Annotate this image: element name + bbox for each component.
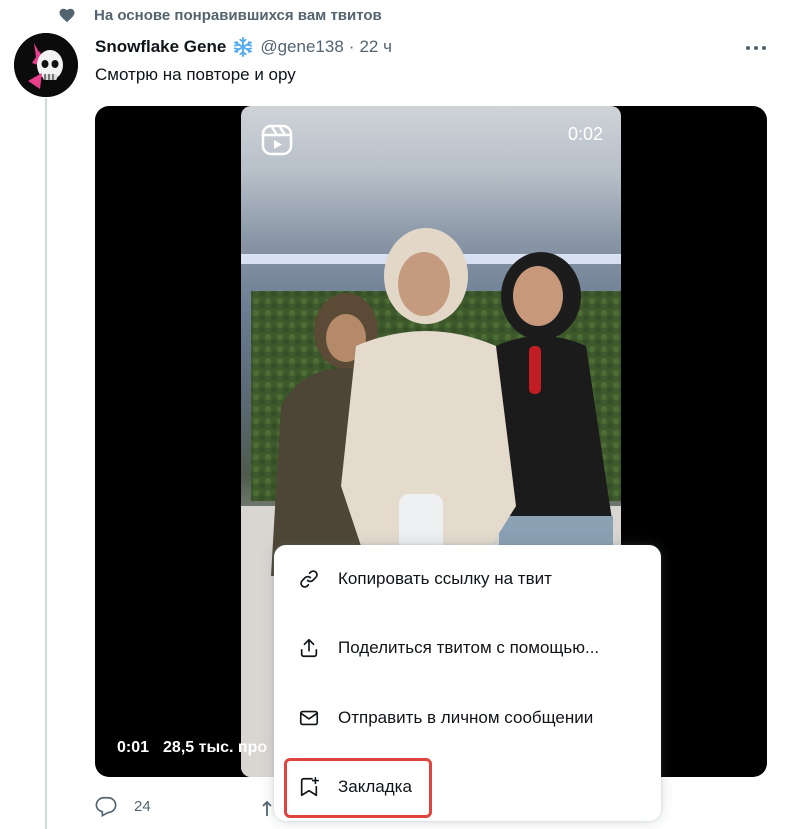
reply-icon — [95, 796, 117, 817]
avatar[interactable] — [14, 33, 78, 97]
mail-icon — [299, 710, 319, 726]
reply-button[interactable]: 24 — [95, 795, 151, 817]
bookmark-add-icon — [300, 777, 319, 797]
menu-item-label: Отправить в личном сообщении — [338, 708, 594, 727]
tweet-time[interactable]: 22 ч — [359, 37, 392, 57]
author-name[interactable]: Snowflake Gene — [95, 37, 226, 57]
share-menu: Копировать ссылку на твит Поделиться тви… — [274, 545, 661, 821]
snowflake-icon — [234, 36, 253, 58]
avatar-skull-image — [14, 33, 78, 97]
share-icon — [300, 638, 318, 658]
menu-item-label: Закладка — [338, 777, 412, 796]
menu-item-copy-link[interactable]: Копировать ссылку на твит — [274, 545, 661, 613]
separator-dot: · — [348, 37, 355, 56]
tweet-header: Snowflake Gene @gene138 · 22 ч — [95, 36, 392, 58]
social-context-text: На основе понравившихся вам твитов — [94, 6, 382, 24]
link-icon — [300, 570, 318, 588]
more-icon — [746, 46, 766, 50]
reply-count: 24 — [134, 797, 151, 815]
menu-item-share-via[interactable]: Поделиться твитом с помощью... — [274, 614, 661, 682]
tweet-text: Смотрю на повторе и ору — [95, 65, 296, 84]
menu-item-send-dm[interactable]: Отправить в личном сообщении — [274, 684, 661, 752]
thread-line — [45, 98, 47, 829]
menu-item-label: Поделиться твитом с помощью... — [338, 638, 600, 657]
author-handle[interactable]: @gene138 — [260, 37, 343, 57]
video-views: 28,5 тыс. про — [163, 739, 268, 756]
menu-item-label: Копировать ссылку на твит — [338, 569, 552, 588]
video-current-time: 0:01 — [117, 739, 150, 756]
video-duration: 0:02 — [567, 124, 603, 144]
reels-icon — [261, 124, 293, 156]
social-context: На основе понравившихся вам твитов — [58, 6, 382, 24]
more-button[interactable] — [736, 36, 776, 60]
heart-icon — [59, 8, 75, 23]
menu-item-bookmark[interactable]: Закладка — [274, 753, 661, 821]
video-stats: 0:01 28,5 тыс. про — [117, 739, 267, 757]
